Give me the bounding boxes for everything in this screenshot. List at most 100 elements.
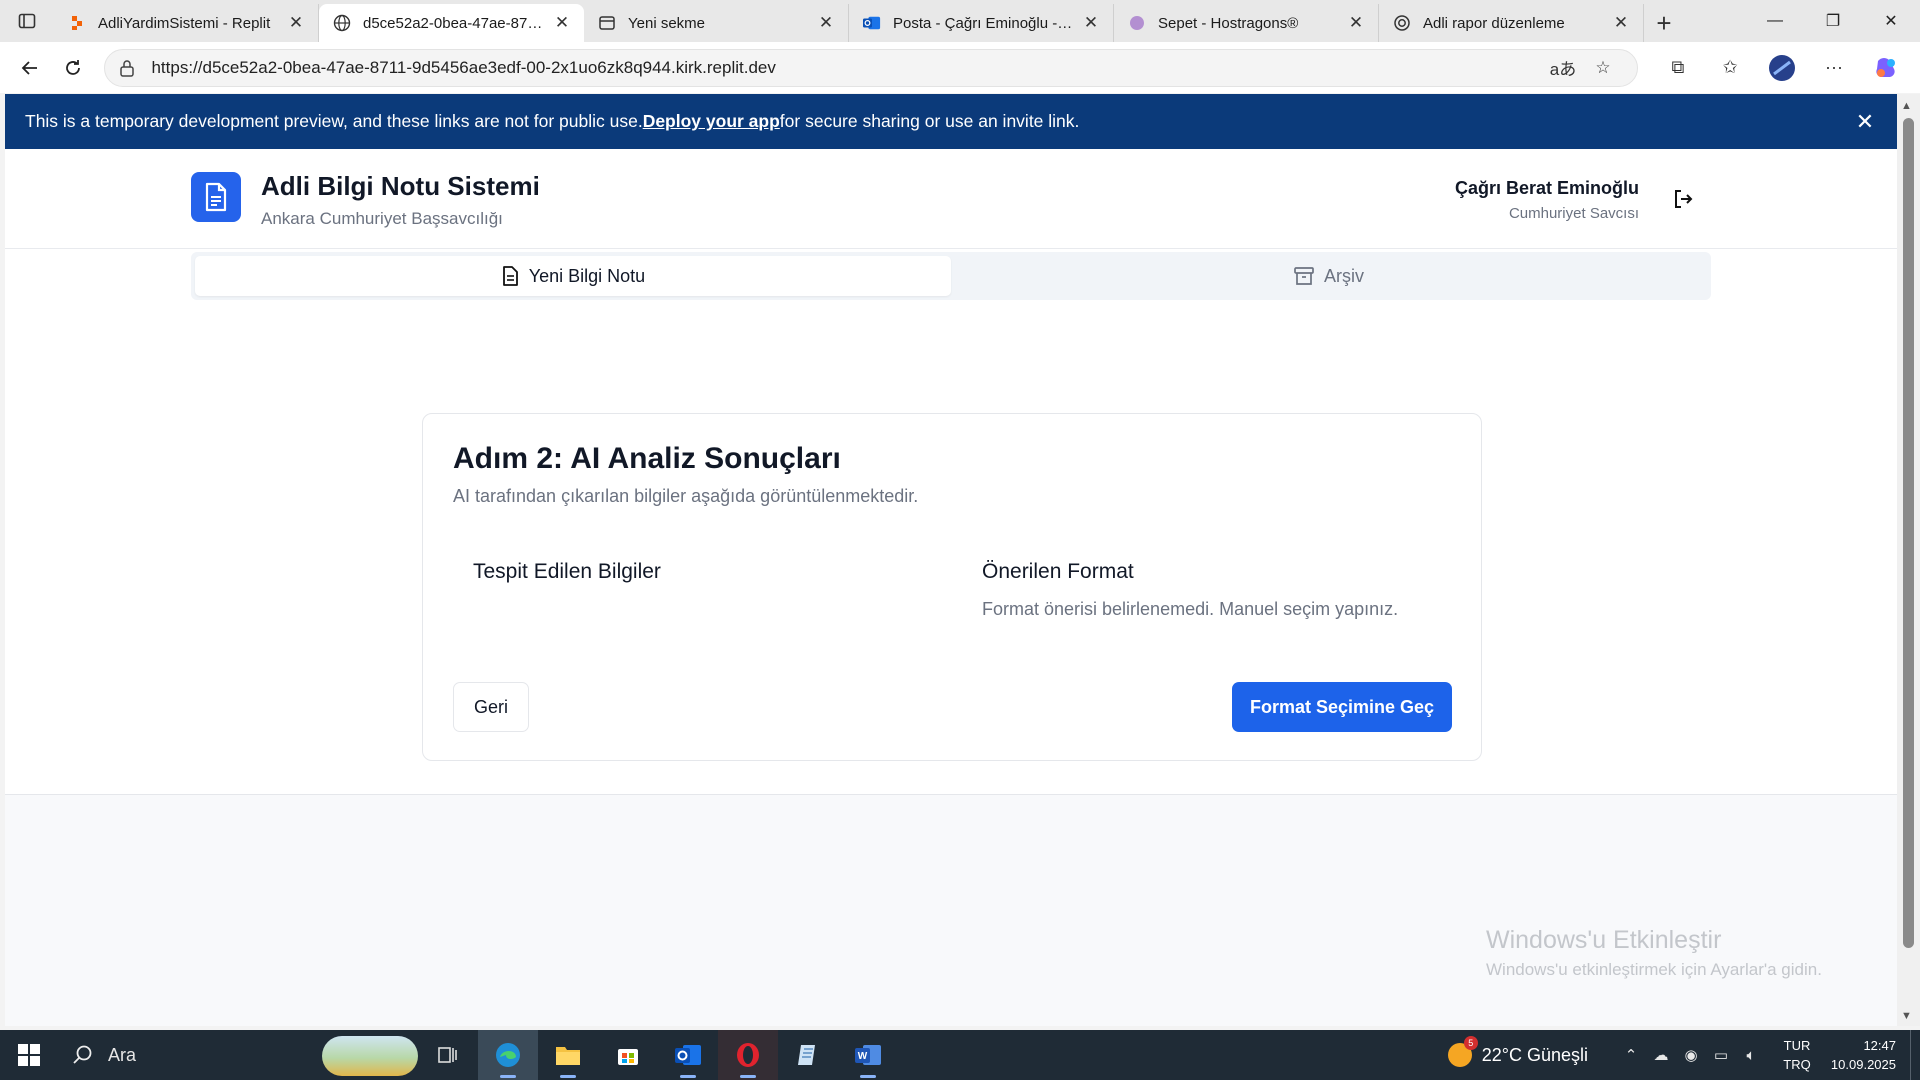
language-code: TUR [1783, 1038, 1811, 1053]
favorite-star-icon[interactable]: ☆ [1583, 58, 1623, 78]
outlook-icon [863, 14, 881, 32]
show-desktop-button[interactable] [1910, 1030, 1920, 1080]
tab-title: Sepet - Hostragons® [1158, 14, 1299, 32]
tab-actions-icon [18, 13, 36, 29]
deploy-link[interactable]: Deploy your app [643, 111, 780, 132]
back-step-button[interactable]: Geri [453, 682, 529, 732]
onedrive-icon[interactable]: ☁ [1646, 1046, 1676, 1064]
activation-watermark-title: Windows'u Etkinleştir [1486, 926, 1722, 954]
opera-taskbar-icon[interactable] [718, 1030, 778, 1080]
read-aloud-icon[interactable]: aあ [1543, 55, 1583, 80]
browser-tab[interactable]: Yeni sekme ✕ [584, 4, 849, 42]
windows-logo-icon [18, 1044, 40, 1066]
user-role: Cumhuriyet Savcısı [1508, 205, 1639, 222]
search-placeholder: Ara [108, 1044, 137, 1065]
copilot-icon[interactable] [1860, 50, 1912, 86]
banner-text: This is a temporary development preview,… [25, 111, 643, 131]
browser-tab-active[interactable]: d5ce52a2-0bea-47ae-8711-9d5456ae3edf-00-… [319, 4, 584, 42]
minimize-button[interactable]: — [1746, 0, 1804, 42]
taskbar-search[interactable]: Ara [58, 1030, 418, 1080]
close-icon[interactable]: ✕ [552, 13, 572, 33]
globe-icon [333, 14, 351, 32]
restore-button[interactable]: ❐ [1804, 0, 1862, 42]
openai-icon [1393, 14, 1411, 32]
scrollbar-thumb[interactable] [1903, 118, 1914, 948]
word-taskbar-icon[interactable]: W [838, 1030, 898, 1080]
site-info-icon[interactable] [119, 59, 137, 77]
browser-tab[interactable]: AdliYardimSistemi - Replit ✕ [54, 4, 319, 42]
browser-toolbar: https://d5ce52a2-0bea-47ae-8711-9d5456ae… [0, 42, 1920, 93]
tab-actions-button[interactable] [0, 0, 54, 42]
start-button[interactable] [0, 1030, 58, 1080]
extensions-icon[interactable]: ⧉ [1652, 50, 1704, 86]
show-hidden-icons-icon[interactable]: ⌃ [1616, 1046, 1646, 1064]
keyboard-layout: TRQ [1783, 1057, 1811, 1072]
language-indicator[interactable]: TUR TRQ [1774, 1036, 1820, 1074]
refresh-button[interactable] [51, 50, 94, 86]
detected-info-heading: Tespit Edilen Bilgiler [473, 560, 661, 583]
search-icon [73, 1045, 92, 1064]
microsoft-store-icon[interactable] [598, 1030, 658, 1080]
document-logo-icon [191, 172, 241, 222]
hostragons-icon [1128, 14, 1146, 32]
window-close-button[interactable]: ✕ [1862, 0, 1920, 42]
battery-icon[interactable]: ▭ [1706, 1046, 1736, 1064]
new-tab-button[interactable]: + [1644, 4, 1684, 42]
format-selection-button[interactable]: Format Seçimine Geç [1232, 682, 1452, 732]
task-view-icon[interactable] [418, 1030, 478, 1080]
page-scrollbar[interactable]: ▲ ▼ [1897, 94, 1920, 1026]
user-name: Çağrı Berat Eminoğlu [1454, 178, 1639, 198]
close-icon[interactable]: ✕ [1081, 13, 1101, 33]
banner-close-icon[interactable]: ✕ [1853, 109, 1877, 135]
favorites-icon[interactable]: ✩ [1704, 50, 1756, 86]
weather-widget[interactable]: 5 22°C Güneşli [1447, 1036, 1588, 1067]
notepad-taskbar-icon[interactable] [778, 1030, 838, 1080]
url-text[interactable]: https://d5ce52a2-0bea-47ae-8711-9d5456ae… [151, 58, 1543, 78]
tab-label: Yeni Bilgi Notu [528, 265, 646, 286]
close-icon[interactable]: ✕ [286, 13, 306, 33]
back-button[interactable] [8, 50, 51, 86]
network-icon[interactable]: ◉ [1676, 1046, 1706, 1064]
svg-text:W: W [858, 1051, 868, 1062]
browser-tab-strip: AdliYardimSistemi - Replit ✕ d5ce52a2-0b… [0, 0, 1920, 42]
logout-icon[interactable] [1671, 187, 1695, 211]
tab-new-note[interactable]: Yeni Bilgi Notu [195, 256, 951, 296]
analysis-card: Adım 2: AI Analiz Sonuçları AI tarafında… [422, 413, 1482, 761]
close-icon[interactable]: ✕ [1611, 13, 1631, 33]
clock-time: 12:47 [1863, 1038, 1896, 1053]
address-bar[interactable]: https://d5ce52a2-0bea-47ae-8711-9d5456ae… [104, 48, 1638, 87]
browser-tab[interactable]: Sepet - Hostragons® ✕ [1114, 4, 1379, 42]
outlook-taskbar-icon[interactable] [658, 1030, 718, 1080]
file-explorer-icon[interactable] [538, 1030, 598, 1080]
suggested-format-heading: Önerilen Format [982, 560, 1134, 583]
close-icon[interactable]: ✕ [816, 13, 836, 33]
browser-tab[interactable]: Posta - Çağrı Eminoğlu - Outlook ✕ [849, 4, 1114, 42]
tab-archive[interactable]: Arşiv [951, 256, 1707, 296]
activation-watermark-subtitle: Windows'u etkinleştirmek için Ayarlar'a … [1486, 960, 1822, 979]
system-tray: ⌃ ☁ ◉ ▭ 🔈︎ [1616, 1046, 1766, 1065]
browser-tab[interactable]: Adli rapor düzenleme ✕ [1379, 4, 1644, 42]
more-options-icon[interactable]: ··· [1808, 50, 1860, 86]
close-icon[interactable]: ✕ [1346, 13, 1366, 33]
tab-title: Yeni sekme [628, 14, 705, 32]
main-tabs: Yeni Bilgi Notu Arşiv [191, 252, 1711, 300]
search-highlight-image [322, 1036, 418, 1076]
taskbar-clock[interactable]: 12:47 10.09.2025 [1820, 1036, 1910, 1074]
volume-icon[interactable]: 🔈︎ [1736, 1047, 1766, 1064]
scroll-down-icon[interactable]: ▼ [1901, 1010, 1912, 1022]
weather-sun-icon: 5 [1447, 1036, 1478, 1067]
document-icon [502, 266, 518, 286]
card-title: Adım 2: AI Analiz Sonuçları [453, 442, 841, 475]
banner-text-after: for secure sharing or use an invite link… [779, 111, 1080, 131]
tab-title: AdliYardimSistemi - Replit [98, 14, 271, 32]
app-container: Adli Bilgi Notu Sistemi Ankara Cumhuriye… [5, 149, 1897, 795]
refresh-icon [65, 59, 80, 75]
scroll-up-icon[interactable]: ▲ [1901, 100, 1912, 112]
page-viewport: This is a temporary development preview,… [5, 94, 1897, 1026]
app-subtitle: Ankara Cumhuriyet Başsavcılığı [261, 209, 503, 228]
window-controls: — ❐ ✕ [1746, 0, 1920, 42]
profile-avatar[interactable] [1756, 50, 1808, 86]
tab-title: d5ce52a2-0bea-47ae-8711-9d5456ae3edf-00-… [363, 14, 544, 32]
tab-title: Posta - Çağrı Eminoğlu - Outlook [893, 14, 1073, 32]
edge-taskbar-icon[interactable] [478, 1030, 538, 1080]
